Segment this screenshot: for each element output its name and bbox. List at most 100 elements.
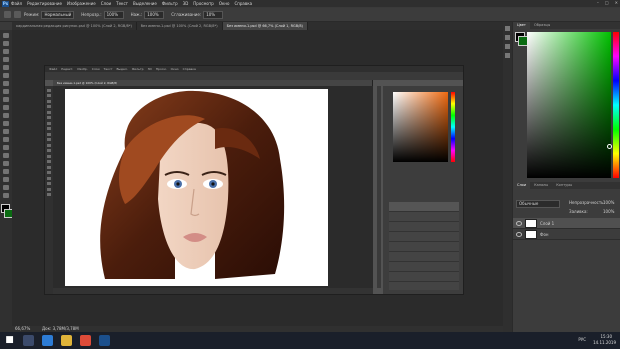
layer-thumbnail xyxy=(525,218,537,228)
visibility-eye-icon[interactable] xyxy=(516,220,522,226)
minimize-icon[interactable]: – xyxy=(597,0,599,5)
panel-dock xyxy=(503,22,512,332)
color-picker-cursor[interactable] xyxy=(607,144,612,149)
marquee-tool-icon[interactable] xyxy=(3,41,9,46)
type-tool-icon[interactable] xyxy=(3,153,9,158)
photoshop-logo: Ps xyxy=(2,0,9,7)
menu-image[interactable]: Изображение xyxy=(67,1,96,6)
smoothing-field[interactable]: 10% xyxy=(203,10,224,19)
menu-layers[interactable]: Слои xyxy=(101,1,111,6)
inner-menu-view: Просм. xyxy=(155,67,167,71)
layer-row[interactable]: Фон xyxy=(513,229,620,240)
chrome-icon[interactable] xyxy=(80,335,91,346)
opacity-field[interactable]: 100% xyxy=(103,10,124,19)
path-select-icon[interactable] xyxy=(3,161,9,166)
layer-fill-label: Заливка: xyxy=(569,209,588,214)
menu-edit[interactable]: Редактирование xyxy=(27,1,62,6)
move-tool-icon[interactable] xyxy=(3,33,9,38)
magic-wand-tool-icon[interactable] xyxy=(3,57,9,62)
taskbar: ■ РУС 15:30 14.11.2019 xyxy=(0,332,620,349)
visibility-eye-icon[interactable] xyxy=(516,231,522,237)
inner-canvas xyxy=(53,86,373,288)
menu-text[interactable]: Текст xyxy=(116,1,128,6)
layer-fill-value[interactable]: 100% xyxy=(603,209,614,214)
history-panel-icon[interactable] xyxy=(505,26,510,31)
inner-menu-select: Выдел. xyxy=(116,67,128,71)
menu-filter[interactable]: Фильтр xyxy=(162,1,178,6)
inner-color-field xyxy=(393,92,448,162)
inner-menu-help: Справка xyxy=(182,67,196,71)
blend-mode-select[interactable]: Обычные xyxy=(516,200,560,208)
menu-3d[interactable]: 3D xyxy=(183,1,189,6)
portrait-painting xyxy=(100,90,285,279)
photoshop-taskbar-icon[interactable] xyxy=(99,335,110,346)
file-explorer-icon[interactable] xyxy=(61,335,72,346)
tab-layers[interactable]: Слои xyxy=(513,182,531,189)
menu-window[interactable]: Окно xyxy=(219,1,230,6)
zoom-tool-icon[interactable] xyxy=(3,185,9,190)
menu-view[interactable]: Просмотр xyxy=(193,1,214,6)
healing-tool-icon[interactable] xyxy=(3,81,9,86)
artwork xyxy=(65,89,328,286)
brush-preset-icon[interactable] xyxy=(14,11,21,18)
tab-color[interactable]: Цвет xyxy=(513,22,530,29)
inner-panels xyxy=(383,86,463,294)
brush-tool-icon[interactable] xyxy=(4,11,11,18)
clock-time[interactable]: 15:30 xyxy=(600,334,612,339)
push-field[interactable]: 100% xyxy=(144,10,165,19)
hue-slider[interactable] xyxy=(613,32,619,178)
menu-help[interactable]: Справка xyxy=(234,1,252,6)
menu-file[interactable]: Файл xyxy=(11,1,22,6)
maximize-icon[interactable]: □ xyxy=(605,0,609,5)
close-icon[interactable]: ✕ xyxy=(615,0,618,5)
brush-tool-icon[interactable] xyxy=(3,89,9,94)
color-picker-field[interactable] xyxy=(527,32,612,178)
history-brush-icon[interactable] xyxy=(3,105,9,110)
layer-thumbnail xyxy=(525,229,537,239)
stamp-tool-icon[interactable] xyxy=(3,97,9,102)
properties-panel-icon[interactable] xyxy=(505,35,510,40)
tab-channels[interactable]: Каналы xyxy=(530,182,552,189)
eraser-tool-icon[interactable] xyxy=(3,113,9,118)
push-label: Наж.: xyxy=(130,12,143,17)
tab-paths[interactable]: Контуры xyxy=(552,182,576,189)
inner-menu-image: Изобр. xyxy=(77,67,88,71)
inner-menu-text: Текст xyxy=(103,67,113,71)
brushes-panel-icon[interactable] xyxy=(505,53,510,58)
more-tools-icon[interactable] xyxy=(3,193,9,198)
inner-menu-3d: 3D xyxy=(147,67,152,71)
crop-tool-icon[interactable] xyxy=(3,65,9,70)
blur-tool-icon[interactable] xyxy=(3,129,9,134)
shape-tool-icon[interactable] xyxy=(3,169,9,174)
language-indicator[interactable]: РУС xyxy=(578,337,586,342)
dodge-tool-icon[interactable] xyxy=(3,137,9,142)
lasso-tool-icon[interactable] xyxy=(3,49,9,54)
pen-tool-icon[interactable] xyxy=(3,145,9,150)
mode-select[interactable]: Нормальный xyxy=(41,10,75,19)
tab-document-1[interactable]: кардинальная редакция рисунок.psd @ 100%… xyxy=(12,22,137,30)
search-icon[interactable] xyxy=(23,335,34,346)
tab-document-3[interactable]: Без имени-1.psd @ 66,7% (Слой 1, RGB/8) xyxy=(222,22,308,30)
inner-menu-layers: Слои xyxy=(91,67,100,71)
edge-browser-icon[interactable] xyxy=(42,335,53,346)
hand-tool-icon[interactable] xyxy=(3,177,9,182)
inner-tools xyxy=(45,86,53,294)
gradient-tool-icon[interactable] xyxy=(3,121,9,126)
inner-menu-window: Окно xyxy=(170,67,179,71)
mode-label: Режим: xyxy=(24,12,40,17)
eyedropper-tool-icon[interactable] xyxy=(3,73,9,78)
inner-options-bar xyxy=(45,72,463,80)
menu-bar: Ps Файл Редактирование Изображение Слои … xyxy=(0,0,620,7)
inner-menu-filter: Фильтр xyxy=(131,67,144,71)
clock-date[interactable]: 14.11.2019 xyxy=(593,340,616,345)
layer-name: Слой 1 xyxy=(540,220,555,226)
layer-opacity-label: Непрозрачность: xyxy=(569,200,605,205)
layer-name: Фон xyxy=(540,231,549,237)
tab-document-2[interactable]: без имени-1.psd @ 100% (Слой 2, RGB/8*) xyxy=(137,22,223,30)
layer-row[interactable]: Слой 1 xyxy=(513,218,620,229)
tab-swatches[interactable]: Образцы xyxy=(530,22,554,29)
adjustments-panel-icon[interactable] xyxy=(505,44,510,49)
layer-opacity-value[interactable]: 100% xyxy=(603,200,614,205)
menu-select[interactable]: Выделение xyxy=(133,1,157,6)
windows-start-icon[interactable]: ■ xyxy=(4,335,15,346)
